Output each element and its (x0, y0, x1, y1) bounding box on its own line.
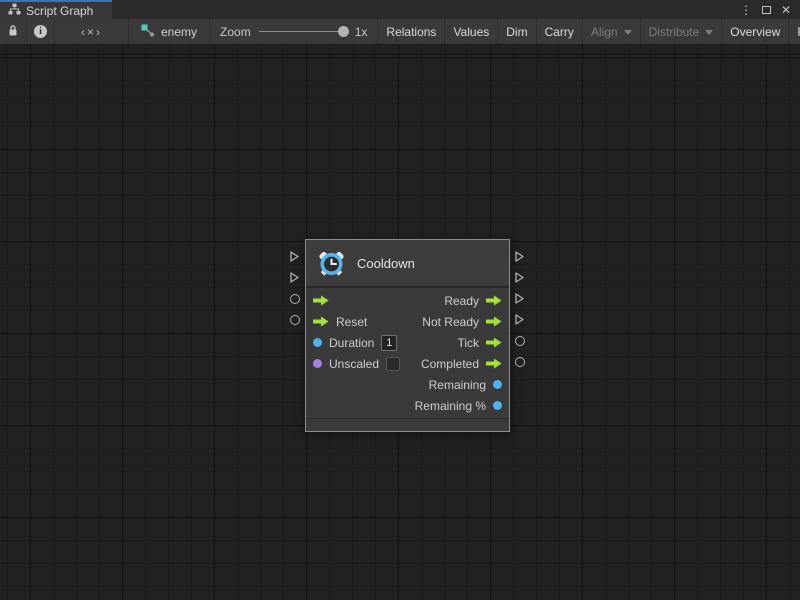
node-header[interactable]: Cooldown (306, 240, 509, 288)
port-remaining-percent[interactable]: Remaining % (415, 399, 502, 413)
flow-connector-in[interactable] (289, 271, 300, 287)
port-label: Remaining (429, 378, 486, 392)
lock-icon (7, 24, 19, 40)
close-icon[interactable]: ✕ (779, 3, 793, 17)
port-not-ready[interactable]: Not Ready (422, 315, 502, 329)
port-label: Completed (421, 357, 479, 371)
port-tick[interactable]: Tick (457, 336, 502, 350)
flow-arrow-icon (313, 295, 329, 306)
port-ready[interactable]: Ready (444, 294, 502, 308)
value-connector-in[interactable] (290, 315, 300, 325)
node-cooldown[interactable]: Cooldown Ready (305, 239, 510, 432)
dim-button[interactable]: Dim (498, 19, 536, 44)
tab-label: Script Graph (26, 4, 93, 18)
distribute-dropdown[interactable]: Distribute (641, 19, 723, 44)
window-menu-icon[interactable]: ⋮ (739, 3, 753, 17)
port-row: Ready (306, 290, 509, 311)
info-button[interactable]: i (27, 19, 55, 44)
port-enter[interactable] (313, 295, 329, 306)
node-title: Cooldown (357, 256, 415, 271)
port-row: Remaining (306, 374, 509, 395)
lock-button[interactable] (0, 19, 27, 44)
port-label: Remaining % (415, 399, 486, 413)
value-connector-out[interactable] (515, 336, 525, 346)
port-remaining[interactable]: Remaining (429, 378, 502, 392)
zoom-label: Zoom (220, 25, 251, 39)
flow-connector-out[interactable] (514, 250, 525, 266)
flow-connector-out[interactable] (514, 292, 525, 308)
dim-button-label: Dim (506, 25, 527, 39)
number-port-icon (493, 401, 502, 410)
info-icon: i (34, 25, 47, 38)
number-port-icon (313, 338, 322, 347)
port-row: Duration 1 Tick (306, 332, 509, 353)
graph-toolbar: i ‹×› enemy Zoom 1x Relations Values Dim… (0, 19, 800, 45)
relations-button-label: Relations (386, 25, 436, 39)
duration-input[interactable]: 1 (381, 335, 397, 351)
flow-arrow-icon (486, 295, 502, 306)
port-label: Unscaled (329, 357, 379, 371)
port-reset[interactable]: Reset (313, 315, 367, 329)
graph-hierarchy-icon (8, 3, 21, 18)
maximize-icon[interactable] (759, 3, 773, 17)
zoom-value: 1x (355, 25, 368, 39)
graph-canvas[interactable]: Cooldown Ready (0, 45, 800, 600)
flow-arrow-icon (313, 316, 329, 327)
title-bar: Script Graph ⋮ ✕ (0, 0, 800, 19)
flow-connector-in[interactable] (289, 250, 300, 266)
zoom-slider[interactable] (259, 25, 347, 38)
values-button[interactable]: Values (445, 19, 498, 44)
zoom-slider-track[interactable] (259, 31, 347, 32)
code-icon: ‹×› (63, 25, 120, 39)
align-dropdown[interactable]: Align (583, 19, 641, 44)
port-label: Duration (329, 336, 374, 350)
unscaled-checkbox[interactable] (386, 357, 400, 371)
flow-connector-out[interactable] (514, 313, 525, 329)
value-connector-out[interactable] (515, 357, 525, 367)
edit-source-button[interactable]: ‹×› (55, 19, 129, 44)
window-controls: ⋮ ✕ (739, 0, 800, 19)
full-screen-button[interactable]: Full Screen (789, 19, 800, 44)
port-duration[interactable]: Duration 1 (313, 335, 397, 351)
flow-arrow-icon (486, 316, 502, 327)
overview-button-label: Overview (730, 25, 780, 39)
node-footer (306, 418, 509, 431)
flow-connector-out[interactable] (514, 271, 525, 287)
port-label: Not Ready (422, 315, 479, 329)
values-button-label: Values (453, 25, 489, 39)
port-label: Reset (336, 315, 367, 329)
graph-asset-icon (141, 24, 155, 40)
flow-arrow-icon (486, 358, 502, 369)
zoom-control: Zoom 1x (210, 19, 377, 44)
chevron-down-icon (705, 30, 713, 35)
overview-button[interactable]: Overview (722, 19, 789, 44)
zoom-slider-handle[interactable] (338, 26, 349, 37)
relations-button[interactable]: Relations (377, 19, 445, 44)
port-row: Remaining % (306, 395, 509, 416)
port-row: Unscaled Completed (306, 353, 509, 374)
tab-script-graph[interactable]: Script Graph (0, 0, 112, 19)
port-label: Tick (457, 336, 479, 350)
number-port-icon (493, 380, 502, 389)
carry-button-label: Carry (545, 25, 574, 39)
port-row: Reset Not Ready (306, 311, 509, 332)
chevron-down-icon (624, 30, 632, 35)
alarm-clock-icon (318, 250, 345, 277)
distribute-dropdown-label: Distribute (649, 25, 700, 39)
node-body: Ready Reset Not Ready (306, 288, 509, 418)
port-completed[interactable]: Completed (421, 357, 502, 371)
boolean-port-icon (313, 359, 322, 368)
flow-arrow-icon (486, 337, 502, 348)
port-label: Ready (444, 294, 479, 308)
port-unscaled[interactable]: Unscaled (313, 357, 400, 371)
breadcrumb-label: enemy (161, 25, 197, 39)
value-connector-in[interactable] (290, 294, 300, 304)
breadcrumb[interactable]: enemy (129, 19, 210, 44)
carry-button[interactable]: Carry (537, 19, 583, 44)
align-dropdown-label: Align (591, 25, 618, 39)
